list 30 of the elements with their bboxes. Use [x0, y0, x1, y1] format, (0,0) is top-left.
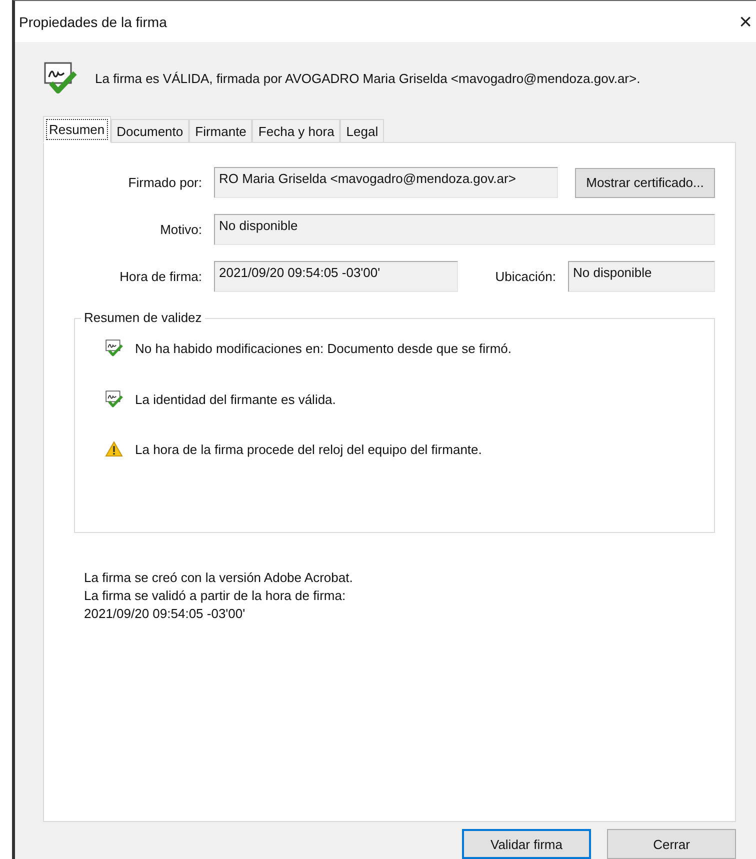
signature-check-icon [105, 390, 123, 408]
field-label: Hora de firma: [118, 269, 203, 284]
dialog-button[interactable]: Cerrar [607, 829, 736, 859]
tab[interactable]: Resumen [43, 116, 111, 143]
warning-icon [105, 441, 123, 457]
group-title: Resumen de validez [81, 310, 205, 325]
signature-check-icon [105, 339, 123, 357]
info-text: 2021/09/20 09:54:05 -03'00' [84, 605, 246, 623]
tab[interactable]: Documento [110, 119, 190, 143]
field-label: Ubicación: [494, 269, 557, 284]
tab[interactable]: Legal [340, 119, 384, 143]
show-certificate-button[interactable]: Mostrar certificado... [575, 168, 715, 198]
validity-message: La hora de la firma procede del reloj del equipo del firmante. [135, 442, 482, 456]
tab[interactable]: Fecha y hora [252, 119, 340, 143]
window-title: Propiedades de la firma [19, 14, 167, 30]
signing-time-field: 2021/09/20 09:54:05 -03'00' [214, 261, 458, 292]
field-label: Firmado por: [127, 175, 203, 190]
info-text: La firma se validó a partir de la hora de firma: [84, 587, 347, 605]
close-button[interactable]: × [735, 8, 756, 34]
validity-message: La identidad del firmante es válida. [135, 392, 336, 406]
reason-field: No disponible [214, 214, 715, 245]
dialog-button[interactable]: Validar firma [462, 829, 591, 859]
signed-by-field: RO Maria Griselda <mavogadro@mendoza.gov.ar> [214, 167, 558, 198]
info-text: La firma se creó con la versión Adobe Acrobat. [84, 569, 354, 587]
field-label: Motivo: [159, 222, 203, 237]
signature-check-icon [43, 61, 77, 95]
validity-message: No ha habido modificaciones en: Documento desde que se firmó. [135, 340, 512, 356]
location-field: No disponible [568, 261, 715, 292]
tab[interactable]: Firmante [189, 119, 252, 143]
signature-status-text: La firma es VÁLIDA, firmada por AVOGADRO Maria Griselda <mavogadro@mendoza.gov.ar>. [95, 70, 640, 86]
